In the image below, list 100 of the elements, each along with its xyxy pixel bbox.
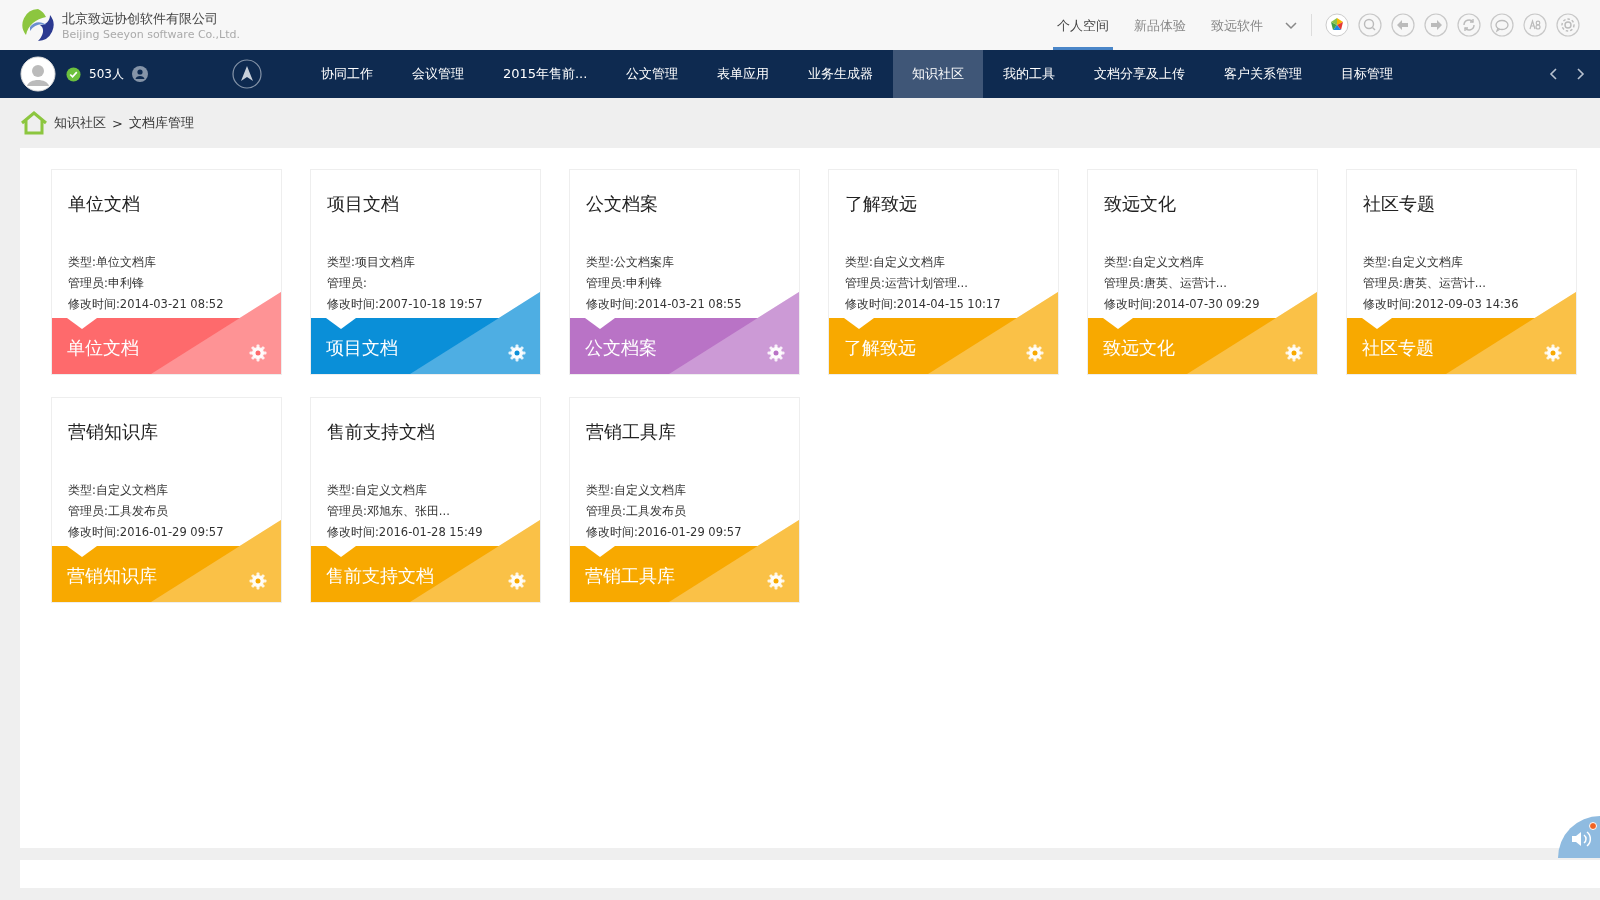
library-card[interactable]: 单位文档 类型:单位文档库 管理员:申利锋 修改时间:2014-03-21 08:52 单位文档 bbox=[51, 169, 282, 375]
library-card[interactable]: 项目文档 类型:项目文档库 管理员: 修改时间:2007-10-18 19:57 项目文档 bbox=[310, 169, 541, 375]
library-admin: 管理员:运营计划管理... bbox=[844, 275, 969, 292]
pointer-notch-icon bbox=[1362, 318, 1392, 330]
nav-tab[interactable]: 目标管理 bbox=[1322, 50, 1413, 98]
banner-title: 致远文化 bbox=[1102, 336, 1175, 360]
modified-time: 修改时间:2014-03-21 08:55 bbox=[585, 296, 743, 313]
space-tab[interactable]: 致远软件 bbox=[1207, 0, 1267, 50]
modified-time: 修改时间:2016-01-29 09:57 bbox=[67, 524, 225, 541]
library-admin: 管理员:邓旭东、张田... bbox=[326, 503, 451, 520]
a8-badge-icon[interactable] bbox=[1523, 13, 1547, 37]
library-type: 类型:单位文档库 bbox=[67, 254, 157, 271]
library-type: 类型:自定义文档库 bbox=[844, 254, 946, 271]
breadcrumb-item: > bbox=[112, 115, 123, 131]
settings-icon[interactable] bbox=[767, 344, 785, 362]
settings-icon[interactable] bbox=[249, 572, 267, 590]
color-wheel-icon[interactable] bbox=[1325, 13, 1349, 37]
card-title: 营销知识库 bbox=[67, 420, 159, 444]
pointer-notch-icon bbox=[67, 546, 97, 558]
banner-title: 了解致远 bbox=[843, 336, 916, 360]
library-admin: 管理员:申利锋 bbox=[585, 275, 663, 292]
nav-tab[interactable]: 2015年售前... bbox=[483, 50, 607, 98]
breadcrumb-item[interactable]: 知识社区 bbox=[54, 114, 106, 132]
settings-icon[interactable] bbox=[1285, 344, 1303, 362]
library-card[interactable]: 营销工具库 类型:自定义文档库 管理员:工具发布员 修改时间:2016-01-29 09:57 营销工具库 bbox=[569, 397, 800, 603]
modified-time: 修改时间:2014-03-21 08:52 bbox=[67, 296, 225, 313]
library-admin: 管理员:工具发布员 bbox=[585, 503, 687, 520]
library-type: 类型:自定义文档库 bbox=[1103, 254, 1205, 271]
company-subtitle: Beijing Seeyon software Co.,Ltd. bbox=[62, 27, 241, 41]
home-icon[interactable] bbox=[20, 111, 48, 135]
search-icon[interactable] bbox=[1358, 13, 1382, 37]
nav-tab[interactable]: 公文管理 bbox=[607, 50, 698, 98]
speaker-icon[interactable] bbox=[1558, 816, 1600, 858]
pointer-notch-icon bbox=[67, 318, 97, 330]
modified-time: 修改时间:2016-01-29 09:57 bbox=[585, 524, 743, 541]
nav-tab[interactable]: 我的工具 bbox=[984, 50, 1075, 98]
banner-title: 公文档案 bbox=[584, 336, 657, 360]
settings-icon[interactable] bbox=[508, 572, 526, 590]
banner-title: 营销工具库 bbox=[584, 564, 675, 588]
modified-time: 修改时间:2007-10-18 19:57 bbox=[326, 296, 484, 313]
space-tab[interactable]: 新品体验 bbox=[1130, 0, 1190, 50]
library-admin: 管理员:唐英、运营计... bbox=[1362, 275, 1487, 292]
modified-time: 修改时间:2016-01-28 15:49 bbox=[326, 524, 484, 541]
scroll-right-icon[interactable] bbox=[1574, 67, 1586, 81]
refresh-icon[interactable] bbox=[1457, 13, 1481, 37]
library-admin: 管理员: bbox=[326, 275, 368, 292]
library-admin: 管理员:工具发布员 bbox=[67, 503, 169, 520]
modified-time: 修改时间:2014-04-15 10:17 bbox=[844, 296, 1002, 313]
library-card[interactable]: 致远文化 类型:自定义文档库 管理员:唐英、运营计... 修改时间:2014-07-30 09:29 致远文化 bbox=[1087, 169, 1318, 375]
card-title: 单位文档 bbox=[67, 192, 141, 216]
library-card[interactable]: 营销知识库 类型:自定义文档库 管理员:工具发布员 修改时间:2016-01-29 09:57 营销知识库 bbox=[51, 397, 282, 603]
library-card[interactable]: 社区专题 类型:自定义文档库 管理员:唐英、运营计... 修改时间:2012-09-03 14:36 社区专题 bbox=[1346, 169, 1577, 375]
nav-tab[interactable]: 协同工作 bbox=[301, 50, 392, 98]
card-title: 营销工具库 bbox=[585, 420, 677, 444]
avatar[interactable] bbox=[20, 56, 56, 92]
pointer-notch-icon bbox=[1103, 318, 1133, 330]
scroll-left-icon[interactable] bbox=[1548, 67, 1560, 81]
card-title: 了解致远 bbox=[844, 192, 918, 216]
nav-tab[interactable]: 业务生成器 bbox=[789, 50, 893, 98]
online-count[interactable]: 503人 bbox=[89, 65, 124, 83]
company-name: 北京致远协创软件有限公司 bbox=[62, 9, 219, 28]
nav-tab[interactable]: 会议管理 bbox=[392, 50, 483, 98]
pointer-notch-icon bbox=[326, 318, 356, 330]
pointer-notch-icon bbox=[844, 318, 874, 330]
card-title: 售前支持文档 bbox=[326, 420, 436, 444]
library-admin: 管理员:唐英、运营计... bbox=[1103, 275, 1228, 292]
library-card[interactable]: 售前支持文档 类型:自定义文档库 管理员:邓旭东、张田... 修改时间:2016-01-28 15:49 售前支持文档 bbox=[310, 397, 541, 603]
settings-icon[interactable] bbox=[508, 344, 526, 362]
library-type: 类型:自定义文档库 bbox=[585, 482, 687, 499]
modified-time: 修改时间:2012-09-03 14:36 bbox=[1362, 296, 1520, 313]
pointer-notch-icon bbox=[585, 318, 615, 330]
library-type: 类型:项目文档库 bbox=[326, 254, 416, 271]
settings-icon[interactable] bbox=[1544, 344, 1562, 362]
pointer-notch-icon bbox=[585, 546, 615, 558]
modified-time: 修改时间:2014-07-30 09:29 bbox=[1103, 296, 1261, 313]
library-admin: 管理员:申利锋 bbox=[67, 275, 145, 292]
banner-title: 社区专题 bbox=[1361, 336, 1434, 360]
settings-icon[interactable] bbox=[1556, 13, 1580, 37]
library-card[interactable]: 了解致远 类型:自定义文档库 管理员:运营计划管理... 修改时间:2014-04-15 10:17 了解致远 bbox=[828, 169, 1059, 375]
chat-icon[interactable] bbox=[1490, 13, 1514, 37]
library-card[interactable]: 公文档案 类型:公文档案库 管理员:申利锋 修改时间:2014-03-21 08:55 公文档案 bbox=[569, 169, 800, 375]
nav-tab[interactable]: 客户关系管理 bbox=[1205, 50, 1322, 98]
banner-title: 单位文档 bbox=[66, 336, 139, 360]
nav-tab[interactable]: 知识社区 bbox=[893, 50, 984, 98]
settings-icon[interactable] bbox=[767, 572, 785, 590]
pointer-notch-icon bbox=[326, 546, 356, 558]
library-type: 类型:自定义文档库 bbox=[67, 482, 169, 499]
banner-title: 售前支持文档 bbox=[325, 564, 434, 588]
card-title: 致远文化 bbox=[1103, 192, 1177, 216]
nav-tab[interactable]: 表单应用 bbox=[698, 50, 789, 98]
settings-icon[interactable] bbox=[249, 344, 267, 362]
library-type: 类型:自定义文档库 bbox=[326, 482, 428, 499]
card-title: 社区专题 bbox=[1362, 192, 1436, 216]
library-type: 类型:公文档案库 bbox=[585, 254, 675, 271]
logo-icon bbox=[20, 7, 56, 43]
nav-tab[interactable]: 文档分享及上传 bbox=[1075, 50, 1205, 98]
settings-icon[interactable] bbox=[1026, 344, 1044, 362]
person-icon[interactable] bbox=[131, 66, 148, 82]
banner-title: 项目文档 bbox=[325, 336, 398, 360]
banner-title: 营销知识库 bbox=[66, 564, 157, 588]
